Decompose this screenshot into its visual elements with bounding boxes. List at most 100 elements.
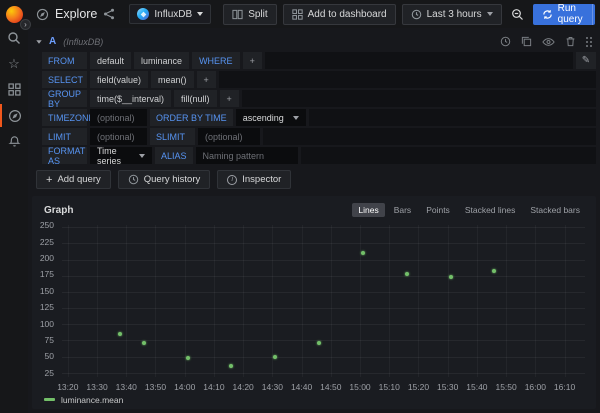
datasource-picker[interactable]: InfluxDB <box>129 4 211 24</box>
data-point[interactable] <box>317 341 321 345</box>
select-label: SELECT <box>42 71 87 88</box>
limit-input[interactable]: (optional) <box>90 128 147 145</box>
y-tick-label: 100 <box>40 319 54 329</box>
legend-swatch <box>44 398 55 401</box>
chevron-down-icon <box>139 154 145 158</box>
datasource-name: InfluxDB <box>154 9 192 20</box>
legend-item[interactable]: luminance.mean <box>38 391 588 405</box>
collapse-chevron-icon[interactable] <box>36 40 41 44</box>
y-tick-label: 225 <box>40 237 54 247</box>
timezone-input[interactable]: (optional) <box>90 109 147 126</box>
query-row-timezone: TIMEZONE (optional) ORDER BY TIME ascend… <box>42 109 596 126</box>
group-by-fill-chip[interactable]: fill(null) <box>174 90 217 107</box>
order-by-time-value: ascending <box>243 113 284 123</box>
x-gridline <box>418 225 419 377</box>
x-gridline <box>185 225 186 377</box>
copy-query-icon[interactable] <box>521 36 532 47</box>
sidebar-item-dashboards[interactable] <box>0 78 28 101</box>
legend-label: luminance.mean <box>61 395 123 405</box>
data-point[interactable] <box>229 364 233 368</box>
data-point[interactable] <box>405 272 409 276</box>
row-filler <box>265 52 573 69</box>
select-func-chip[interactable]: mean() <box>151 71 194 88</box>
x-tick-label: 14:20 <box>233 382 254 392</box>
add-group-by-button[interactable]: + <box>220 90 239 107</box>
y-tick-label: 125 <box>40 302 54 312</box>
graph-panel: Graph Lines Bars Points Stacked lines St… <box>32 196 596 409</box>
data-point[interactable] <box>273 355 277 359</box>
data-point[interactable] <box>142 341 146 345</box>
run-query-dropdown[interactable] <box>592 4 595 25</box>
query-history-button[interactable]: Query history <box>118 170 211 189</box>
sidebar-item-alerting[interactable] <box>0 130 28 153</box>
bell-icon <box>8 135 21 148</box>
limit-label: LIMIT <box>42 128 87 145</box>
split-button[interactable]: Split <box>223 4 276 25</box>
split-label: Split <box>248 9 267 20</box>
inspector-button[interactable]: i Inspector <box>217 170 291 189</box>
alias-input[interactable]: Naming pattern <box>196 147 298 164</box>
disable-query-eye-icon[interactable] <box>542 37 555 47</box>
sync-icon <box>542 9 553 20</box>
plot-area <box>62 225 585 377</box>
sidebar-expand-chevron-icon[interactable]: › <box>20 19 31 30</box>
order-by-time-select[interactable]: ascending <box>236 109 306 126</box>
add-select-part-button[interactable]: + <box>197 71 216 88</box>
from-label: FROM <box>42 52 87 69</box>
retention-policy-chip[interactable]: default <box>90 52 131 69</box>
sidebar-item-explore[interactable] <box>0 104 28 127</box>
drag-handle-icon[interactable] <box>586 37 588 39</box>
row-filler <box>309 109 596 126</box>
format-as-value: Time series <box>97 146 139 166</box>
data-point[interactable] <box>449 275 453 279</box>
time-range-picker[interactable]: Last 3 hours <box>402 4 502 25</box>
data-point[interactable] <box>118 332 122 336</box>
main-area: Explore InfluxDB Split Add to dashb <box>28 0 600 413</box>
mode-stacked-bars[interactable]: Stacked bars <box>524 203 586 217</box>
data-point[interactable] <box>492 269 496 273</box>
graph-mode-toggles: Lines Bars Points Stacked lines Stacked … <box>352 203 586 217</box>
query-history-label: Query history <box>144 174 201 185</box>
x-tick-label: 15:10 <box>379 382 400 392</box>
group-by-time-chip[interactable]: time($__interval) <box>90 90 171 107</box>
x-gridline <box>477 225 478 377</box>
x-gridline <box>243 225 244 377</box>
query-row-format-as: FORMAT AS Time series ALIAS Naming patte… <box>42 147 596 164</box>
influxdb-logo-icon <box>137 8 149 20</box>
alias-label: ALIAS <box>155 147 193 164</box>
data-point[interactable] <box>361 251 365 255</box>
x-tick-label: 16:10 <box>554 382 575 392</box>
format-as-select[interactable]: Time series <box>90 147 152 164</box>
y-tick-label: 150 <box>40 286 54 296</box>
sidebar-item-favorites[interactable]: ☆ <box>0 52 28 75</box>
trash-icon[interactable] <box>565 36 576 47</box>
share-icon[interactable] <box>103 8 115 20</box>
mode-points[interactable]: Points <box>420 203 456 217</box>
measurement-chip[interactable]: luminance <box>134 52 189 69</box>
x-tick-label: 15:50 <box>495 382 516 392</box>
x-tick-label: 13:20 <box>57 382 78 392</box>
zoom-out-button[interactable] <box>508 4 527 25</box>
data-point[interactable] <box>186 356 190 360</box>
x-gridline <box>360 225 361 377</box>
edit-raw-query-button[interactable]: ✎ <box>576 52 596 69</box>
chevron-down-icon <box>487 12 493 16</box>
mode-lines[interactable]: Lines <box>352 203 384 217</box>
y-tick-label: 175 <box>40 269 54 279</box>
x-axis-labels: 13:2013:3013:4013:5014:0014:1014:2014:30… <box>62 380 585 392</box>
x-tick-label: 15:00 <box>349 382 370 392</box>
add-query-button[interactable]: + Add query <box>36 170 111 189</box>
query-row-group-by: GROUP BY time($__interval) fill(null) + <box>42 90 596 107</box>
dashboards-grid-icon <box>8 83 21 96</box>
history-icon[interactable] <box>500 36 511 47</box>
add-to-dashboard-button[interactable]: Add to dashboard <box>283 4 396 25</box>
mode-bars[interactable]: Bars <box>388 203 417 217</box>
query-row-limit: LIMIT (optional) SLIMIT (optional) <box>42 128 596 145</box>
add-where-condition-button[interactable]: + <box>243 52 262 69</box>
select-field-chip[interactable]: field(value) <box>90 71 148 88</box>
slimit-input[interactable]: (optional) <box>198 128 260 145</box>
x-tick-label: 13:30 <box>86 382 107 392</box>
mode-stacked-lines[interactable]: Stacked lines <box>459 203 522 217</box>
run-query-button[interactable]: Run query <box>533 4 592 25</box>
x-tick-label: 15:30 <box>437 382 458 392</box>
